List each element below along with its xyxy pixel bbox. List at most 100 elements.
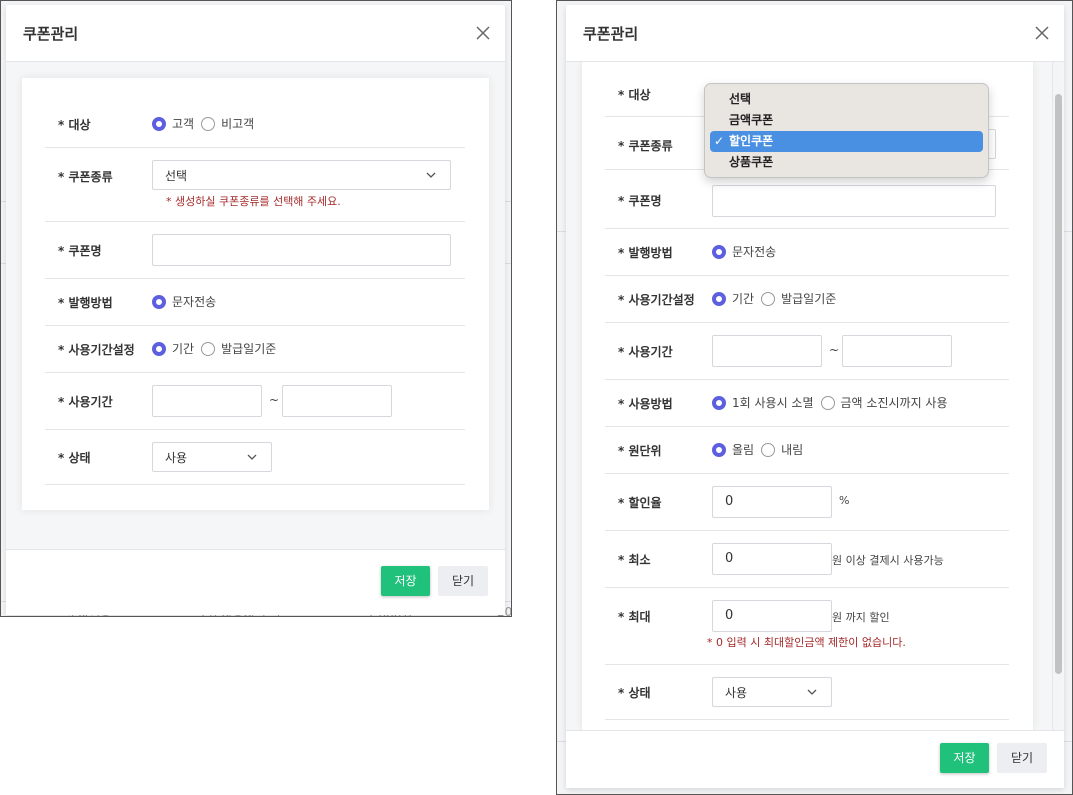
radio-issue-date-label[interactable]: 발급일기준 — [221, 340, 276, 357]
radio-period-label[interactable]: 기간 — [172, 340, 194, 357]
minimum-amount-input[interactable]: 0 — [712, 543, 832, 575]
radio-non-customer-label[interactable]: 비고객 — [221, 115, 254, 132]
form-row-period-setting: * 사용기간설정 기간 발급일기준 — [45, 326, 465, 373]
dropdown-option-label: 선택 — [729, 92, 752, 106]
discount-rate-label: * 할인율 — [618, 496, 662, 510]
period-separator: ~ — [269, 393, 280, 407]
close-icon[interactable] — [473, 23, 493, 43]
coupon-type-dropdown-menu: 선택 금액쿠폰 ✓ 할인쿠폰 상품쿠폰 — [704, 83, 989, 178]
form-row-usage-method: * 사용방법 1회 사용시 소멸 금액 소진시까지 사용 — [605, 380, 1009, 427]
period-separator: ~ — [829, 343, 840, 357]
radio-customer-label[interactable]: 고객 — [172, 115, 194, 132]
form-row-status: * 상태 사용 — [605, 665, 1009, 720]
dropdown-option-label: 상품쿠폰 — [729, 155, 774, 169]
modal-title: 쿠폰관리 — [23, 25, 79, 43]
dropdown-option-product-coupon[interactable]: 상품쿠폰 — [710, 152, 983, 173]
coupon-type-hint: * 생성하실 쿠폰종류를 선택해 주세요. — [166, 195, 341, 208]
period-end-input[interactable] — [842, 335, 952, 367]
save-button[interactable]: 저장 — [381, 566, 430, 596]
radio-until-exhausted-label[interactable]: 금액 소진시까지 사용 — [841, 394, 948, 411]
form-row-period-setting: * 사용기간설정 기간 발급일기준 — [605, 276, 1009, 323]
form-row-coupon-name: * 쿠폰명 — [605, 170, 1009, 229]
radio-round-down-label[interactable]: 내림 — [781, 441, 803, 458]
coupon-modal: 쿠폰관리 * 대상 고객 비고객 * 쿠폰종류 선택 * 생성하실 쿠폰종류를 … — [6, 5, 505, 615]
close-button[interactable]: 닫기 — [997, 743, 1047, 773]
radio-non-customer[interactable] — [201, 116, 216, 131]
radio-sms-label[interactable]: 문자전송 — [172, 293, 216, 310]
coupon-name-label: * 쿠폰명 — [618, 194, 662, 208]
coupon-type-select[interactable]: 선택 — [152, 160, 451, 190]
status-select[interactable]: 사용 — [712, 677, 832, 707]
radio-period[interactable] — [712, 291, 726, 306]
radio-sms-label[interactable]: 문자전송 — [732, 243, 776, 260]
form-row-issue-method: * 발행방법 문자전송 — [45, 279, 465, 326]
coupon-modal-window-right: 쿠폰관리 * 대상 * 쿠폰종류 * 쿠폰명 * 발행방법 문자전송 * 사용기… — [556, 0, 1073, 795]
close-button[interactable]: 닫기 — [438, 566, 488, 596]
radio-sms[interactable] — [152, 294, 166, 309]
coupon-form-card: * 대상 고객 비고객 * 쿠폰종류 선택 * 생성하실 쿠폰종류를 선택해 주… — [22, 78, 489, 510]
maximum-amount-suffix: 원 까지 할인 — [832, 611, 890, 624]
radio-customer[interactable] — [152, 116, 166, 131]
chevron-down-icon — [426, 172, 436, 178]
radio-issue-date[interactable] — [201, 341, 216, 356]
period-start-input[interactable] — [152, 385, 262, 417]
coupon-name-input[interactable] — [712, 185, 996, 217]
coupon-name-input[interactable] — [152, 234, 451, 266]
checkmark-icon: ✓ — [714, 134, 725, 148]
radio-sms[interactable] — [712, 244, 726, 259]
period-end-input[interactable] — [282, 385, 392, 417]
dropdown-option-amount-coupon[interactable]: 금액쿠폰 — [710, 110, 983, 131]
issue-method-label: * 발행방법 — [58, 296, 113, 310]
chevron-down-icon — [247, 454, 257, 460]
close-icon[interactable] — [1032, 23, 1052, 43]
radio-period[interactable] — [152, 341, 166, 356]
status-select-value: 사용 — [165, 451, 188, 465]
period-setting-label: * 사용기간설정 — [618, 293, 695, 307]
modal-header: 쿠폰관리 — [566, 5, 1064, 62]
issue-method-radio-group: 문자전송 — [152, 293, 223, 310]
coupon-type-select-value: 선택 — [165, 169, 188, 183]
scrollbar-thumb[interactable] — [1055, 94, 1062, 674]
maximum-amount-input[interactable]: 0 — [712, 600, 832, 632]
status-select[interactable]: 사용 — [152, 442, 272, 472]
period-setting-radio-group: 기간 발급일기준 — [712, 290, 843, 307]
form-row-issue-method: * 발행방법 문자전송 — [605, 229, 1009, 276]
radio-round-up-label[interactable]: 올림 — [732, 441, 754, 458]
dropdown-option-label: 금액쿠폰 — [729, 113, 774, 127]
period-label: * 사용기간 — [58, 395, 113, 409]
coupon-name-label: * 쿠폰명 — [58, 244, 102, 258]
minimum-amount-suffix: 원 이상 결제시 사용가능 — [832, 554, 944, 567]
radio-single-use-label[interactable]: 1회 사용시 소멸 — [732, 394, 814, 411]
usage-method-radio-group: 1회 사용시 소멸 금액 소진시까지 사용 — [712, 394, 955, 411]
maximum-label: * 최대 — [618, 610, 651, 624]
rounding-label: * 원단위 — [618, 444, 662, 458]
coupon-modal: 쿠폰관리 * 대상 * 쿠폰종류 * 쿠폰명 * 발행방법 문자전송 * 사용기… — [566, 5, 1064, 788]
dropdown-option-discount-coupon[interactable]: ✓ 할인쿠폰 — [710, 131, 983, 152]
radio-round-up[interactable] — [712, 442, 726, 457]
period-setting-label: * 사용기간설정 — [58, 343, 135, 357]
status-select-value: 사용 — [725, 686, 748, 700]
dropdown-option-label: 할인쿠폰 — [729, 134, 774, 148]
radio-until-exhausted[interactable] — [820, 395, 835, 410]
radio-issue-date[interactable] — [761, 291, 776, 306]
radio-round-down[interactable] — [761, 442, 776, 457]
period-label: * 사용기간 — [618, 345, 673, 359]
radio-issue-date-label[interactable]: 발급일기준 — [781, 290, 836, 307]
target-radio-group: 고객 비고객 — [152, 115, 261, 132]
status-label: * 상태 — [58, 451, 91, 465]
modal-scrollbar[interactable] — [1052, 62, 1062, 730]
save-button[interactable]: 저장 — [940, 743, 989, 773]
modal-header: 쿠폰관리 — [6, 5, 505, 62]
status-label: * 상태 — [618, 686, 651, 700]
modal-footer: 저장 닫기 — [566, 730, 1064, 788]
form-row-coupon-name: * 쿠폰명 — [45, 222, 465, 279]
issue-method-label: * 발행방법 — [618, 246, 673, 260]
radio-period-label[interactable]: 기간 — [732, 290, 754, 307]
minimum-label: * 최소 — [618, 553, 651, 567]
coupon-modal-window-left: 문자전송 1회 사용시 소멸 1,000원 20 쿠폰관리 * 대상 고객 비고… — [0, 0, 512, 617]
radio-single-use[interactable] — [712, 395, 726, 410]
target-label: * 대상 — [618, 88, 651, 102]
dropdown-option-select[interactable]: 선택 — [710, 89, 983, 110]
period-start-input[interactable] — [712, 335, 822, 367]
discount-rate-input[interactable]: 0 — [712, 486, 832, 518]
